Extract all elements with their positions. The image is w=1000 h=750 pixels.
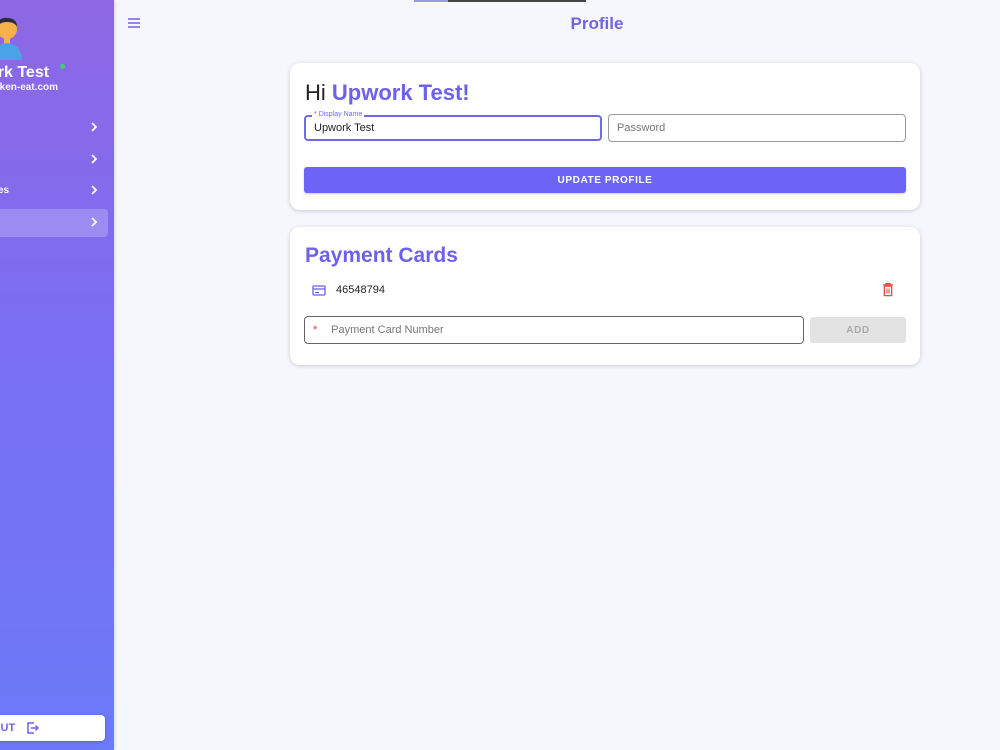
password-field xyxy=(608,114,906,142)
user-domain: baken-eat.com xyxy=(0,82,59,93)
greeting-prefix: Hi xyxy=(305,80,332,105)
logout-button[interactable]: OUT xyxy=(0,715,105,741)
list-item: 46548794 xyxy=(304,281,906,301)
page-title: Profile xyxy=(570,14,624,33)
greeting-name: Upwork Test! xyxy=(331,80,470,105)
payment-card-number-field: * xyxy=(304,316,804,344)
sidebar-item-1[interactable] xyxy=(0,114,108,142)
sidebar-item-profile[interactable] xyxy=(0,209,108,237)
logout-label: OUT xyxy=(0,722,16,734)
display-name-input[interactable] xyxy=(306,117,600,139)
payment-cards-card: Payment Cards 46548794 * ADD xyxy=(290,227,920,365)
sidebar-item-3[interactable]: es xyxy=(0,177,108,205)
display-name-field: * Display Name xyxy=(304,111,602,141)
top-tab-accent xyxy=(414,0,448,2)
sidebar: ork Test baken-eat.com es OUT xyxy=(0,0,114,750)
trash-icon[interactable] xyxy=(882,282,894,297)
chevron-right-icon xyxy=(91,217,98,227)
payment-card-number-input[interactable] xyxy=(305,317,803,343)
top-tab-indicator xyxy=(414,0,586,2)
profile-card: Hi Upwork Test! * Display Name UPDATE PR… xyxy=(290,63,920,210)
menu-icon[interactable] xyxy=(127,16,141,30)
add-card-button[interactable]: ADD xyxy=(810,317,906,343)
user-avatar-icon xyxy=(0,17,22,60)
payment-cards-title: Payment Cards xyxy=(305,244,458,267)
online-status-dot xyxy=(60,64,65,69)
sidebar-item-label: es xyxy=(0,185,10,196)
chevron-right-icon xyxy=(91,122,98,132)
chevron-right-icon xyxy=(91,154,98,164)
logout-icon xyxy=(27,722,40,734)
chevron-right-icon xyxy=(91,185,98,195)
greeting: Hi Upwork Test! xyxy=(305,80,470,106)
user-name: ork Test xyxy=(0,64,50,81)
update-profile-button[interactable]: UPDATE PROFILE xyxy=(304,167,906,193)
password-input[interactable] xyxy=(609,115,905,141)
sidebar-item-2[interactable] xyxy=(0,146,108,174)
credit-card-icon xyxy=(312,285,326,296)
card-number: 46548794 xyxy=(336,284,385,296)
